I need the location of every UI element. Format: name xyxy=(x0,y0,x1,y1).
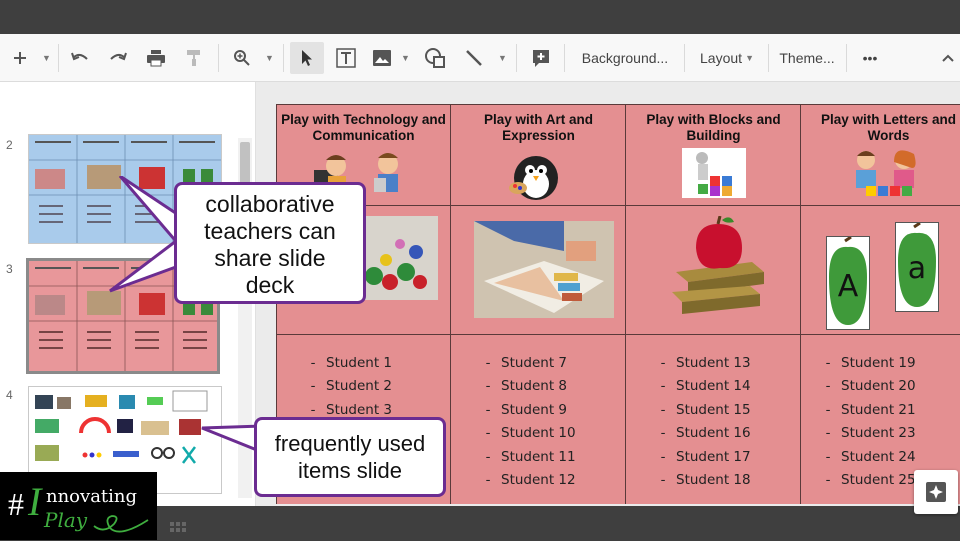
penguin-painter-image xyxy=(509,156,558,200)
line-icon[interactable] xyxy=(460,42,488,74)
callout-collaborative: collaborative teachers can share slide d… xyxy=(174,182,366,304)
student-list-art: - Student 7 - Student 8 - Student 9 - Studen… xyxy=(485,355,576,488)
print-icon[interactable] xyxy=(142,42,170,74)
column-title-technology: Play with Technology and Communication xyxy=(281,112,446,143)
comment-icon[interactable] xyxy=(526,42,556,74)
zoom-icon[interactable] xyxy=(228,42,256,74)
collapse-icon[interactable] xyxy=(938,42,958,74)
letter-card-lower: a xyxy=(895,221,939,312)
add-dropdown-icon[interactable]: ▼ xyxy=(36,42,54,74)
student-list-blocks: - Student 13 - Student 14 - Student 15 - Stu… xyxy=(660,355,751,488)
slide-number: 2 xyxy=(6,138,13,152)
column-title-letters: Play with Letters and Words xyxy=(820,112,957,143)
logo-swirl xyxy=(93,515,149,533)
add-icon[interactable] xyxy=(8,42,32,74)
background-button[interactable]: Background... xyxy=(572,42,678,74)
student-list-technology: - Student 1 - Student 2 - Student 3 xyxy=(310,355,393,418)
art-book-photo xyxy=(474,221,614,318)
theme-button[interactable]: Theme... xyxy=(774,42,840,74)
layout-button[interactable]: Layout ▼ xyxy=(690,42,764,74)
letter-card-upper: A xyxy=(826,235,870,330)
zoom-dropdown-icon[interactable]: ▼ xyxy=(258,42,278,74)
kids-with-letter-blocks-image xyxy=(856,150,916,196)
explore-icon xyxy=(926,482,946,502)
shape-icon[interactable] xyxy=(420,42,450,74)
column-title-art: Play with Art and Expression xyxy=(483,112,593,143)
innovating-play-logo: # I nnovating Play xyxy=(0,472,157,540)
textbox-icon[interactable] xyxy=(330,42,362,74)
more-icon[interactable]: ••• xyxy=(852,42,888,74)
image-dropdown-icon[interactable]: ▼ xyxy=(397,42,411,74)
explore-button[interactable] xyxy=(914,470,958,514)
slide-number: 4 xyxy=(6,388,13,402)
line-dropdown-icon[interactable]: ▼ xyxy=(494,42,508,74)
undo-icon[interactable] xyxy=(66,42,94,74)
grid-view-icon[interactable] xyxy=(170,522,188,541)
slide-number: 3 xyxy=(6,262,13,276)
callout-frequent-items: frequently used items slide xyxy=(254,417,446,497)
paint-format-icon[interactable] xyxy=(180,42,208,74)
pompom-photo xyxy=(356,216,438,300)
toolbar: ▼ ▼ ▼ ▼ Background... Layout ▼ Theme... … xyxy=(0,34,960,82)
block-builder-image xyxy=(682,148,746,198)
column-title-blocks: Play with Blocks and Building xyxy=(646,112,781,143)
image-icon[interactable] xyxy=(368,42,396,74)
apple-on-blocks-image xyxy=(672,216,764,314)
select-icon[interactable] xyxy=(290,42,324,74)
redo-icon[interactable] xyxy=(104,42,132,74)
